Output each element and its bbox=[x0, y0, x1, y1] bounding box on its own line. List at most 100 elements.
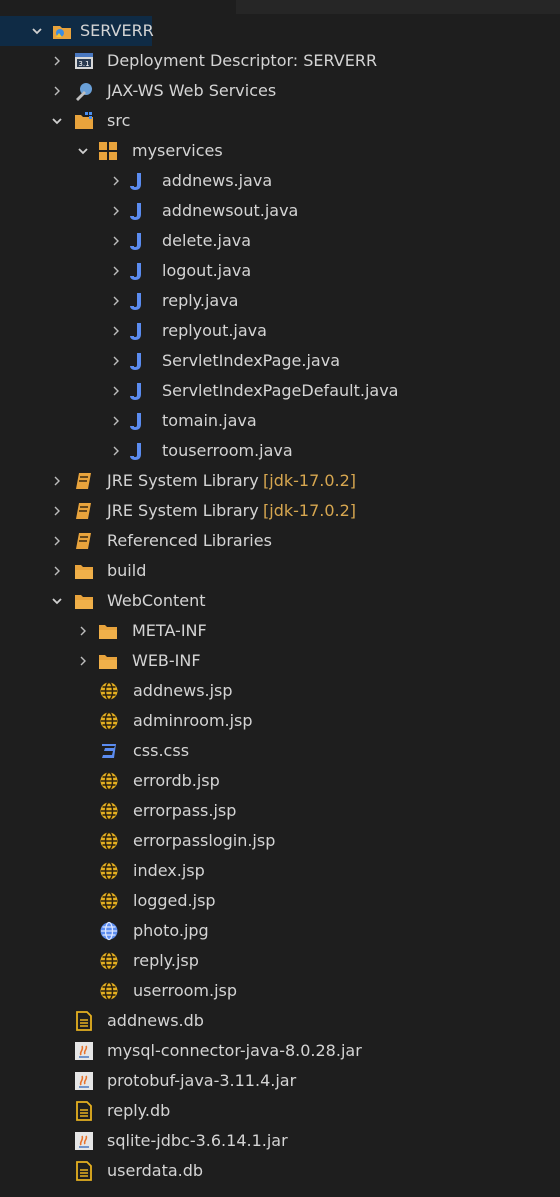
tree-item-file[interactable]: reply.jsp bbox=[0, 946, 560, 976]
chevron-right-icon[interactable] bbox=[50, 51, 64, 71]
tree-item-label: JRE System Library bbox=[107, 501, 259, 520]
tree-item-label: replyout.java bbox=[162, 321, 267, 340]
tree-item-label: adminroom.jsp bbox=[133, 711, 253, 730]
tree-item-node[interactable]: 3.1 Deployment Descriptor: SERVERR bbox=[0, 46, 560, 76]
tree-item-node[interactable]: replyout.java bbox=[0, 316, 560, 346]
tree-item-node[interactable]: WebContent bbox=[0, 586, 560, 616]
java-file-icon bbox=[125, 381, 145, 401]
tree-item-file[interactable]: errorpass.jsp bbox=[0, 796, 560, 826]
tree-item-file[interactable]: photo.jpg bbox=[0, 916, 560, 946]
expand-down-icon[interactable] bbox=[76, 141, 90, 161]
chevron-right-icon[interactable] bbox=[76, 651, 90, 671]
tree-item-node[interactable]: myservices bbox=[0, 136, 560, 166]
jdk-version-decoration: [jdk-17.0.2] bbox=[263, 501, 357, 520]
tree-item-file[interactable]: userdata.db bbox=[0, 1156, 560, 1186]
tree-item-file[interactable]: addnews.db bbox=[0, 1006, 560, 1036]
package-icon bbox=[98, 141, 118, 161]
tree-item-node[interactable]: touserroom.java bbox=[0, 436, 560, 466]
tree-item-node[interactable]: ServletIndexPageDefault.java bbox=[0, 376, 560, 406]
chevron-right-icon[interactable] bbox=[50, 531, 64, 551]
tree-item-node[interactable]: tomain.java bbox=[0, 406, 560, 436]
chevron-right-icon[interactable] bbox=[109, 261, 123, 281]
tree-item-node[interactable]: delete.java bbox=[0, 226, 560, 256]
tree-item-file[interactable]: css.css bbox=[0, 736, 560, 766]
tree-item-label: css.css bbox=[133, 741, 190, 760]
tree-item-label: errorpass.jsp bbox=[133, 801, 237, 820]
tree-item-label: addnewsout.java bbox=[162, 201, 299, 220]
tree-item-label: reply.db bbox=[107, 1101, 171, 1120]
folder-icon bbox=[98, 621, 118, 641]
tree-item-node[interactable]: addnewsout.java bbox=[0, 196, 560, 226]
tree-item-node[interactable]: logout.java bbox=[0, 256, 560, 286]
tree-item-file[interactable]: adminroom.jsp bbox=[0, 706, 560, 736]
jar-file-icon bbox=[74, 1131, 94, 1151]
tree-item-file[interactable]: sqlite-jdbc-3.6.14.1.jar bbox=[0, 1126, 560, 1156]
tree-item-label: WebContent bbox=[107, 591, 206, 610]
tree-item-node[interactable]: META-INF bbox=[0, 616, 560, 646]
chevron-right-icon[interactable] bbox=[109, 441, 123, 461]
java-file-icon bbox=[125, 261, 145, 281]
tree-item-node[interactable]: JAX-WS Web Services bbox=[0, 76, 560, 106]
java-file-icon bbox=[125, 171, 145, 191]
tree-item-label: reply.java bbox=[162, 291, 239, 310]
tree-item-node[interactable]: SERVERR bbox=[0, 16, 154, 46]
chevron-right-icon[interactable] bbox=[109, 381, 123, 401]
expand-down-icon[interactable] bbox=[50, 591, 64, 611]
folder-icon bbox=[74, 561, 94, 581]
tree-item-label: photo.jpg bbox=[133, 921, 209, 940]
tree-item-file[interactable]: addnews.jsp bbox=[0, 676, 560, 706]
jdk-version-decoration: [jdk-17.0.2] bbox=[263, 471, 357, 490]
chevron-right-icon[interactable] bbox=[50, 81, 64, 101]
tree-item-file[interactable]: userroom.jsp bbox=[0, 976, 560, 1006]
svg-text:3.1: 3.1 bbox=[78, 60, 89, 68]
tree-item-label: WEB-INF bbox=[132, 651, 201, 670]
tree-item-label: ServletIndexPage.java bbox=[162, 351, 340, 370]
tree-item-node[interactable]: ServletIndexPage.java bbox=[0, 346, 560, 376]
expand-down-icon[interactable] bbox=[50, 111, 64, 131]
tree-item-node[interactable]: src bbox=[0, 106, 560, 136]
folder-icon bbox=[74, 591, 94, 611]
tree-item-file[interactable]: logged.jsp bbox=[0, 886, 560, 916]
tree-item-node[interactable]: reply.java bbox=[0, 286, 560, 316]
tree-item-node[interactable]: addnews.java bbox=[0, 166, 560, 196]
tree-item-node[interactable]: Referenced Libraries bbox=[0, 526, 560, 556]
chevron-right-icon[interactable] bbox=[109, 351, 123, 371]
tree-item-file[interactable]: protobuf-java-3.11.4.jar bbox=[0, 1066, 560, 1096]
java-file-icon bbox=[125, 231, 145, 251]
tree-item-file[interactable]: index.jsp bbox=[0, 856, 560, 886]
tree-item-node[interactable]: WEB-INF bbox=[0, 646, 560, 676]
tree-item-label: tomain.java bbox=[162, 411, 257, 430]
tree-item-node[interactable]: build bbox=[0, 556, 560, 586]
chevron-right-icon[interactable] bbox=[50, 501, 64, 521]
chevron-right-icon[interactable] bbox=[109, 171, 123, 191]
chevron-right-icon[interactable] bbox=[109, 201, 123, 221]
tree-item-label: errordb.jsp bbox=[133, 771, 220, 790]
tree-item-label: errorpasslogin.jsp bbox=[133, 831, 276, 850]
tree-item-label: touserroom.java bbox=[162, 441, 293, 460]
text-file-icon bbox=[74, 1161, 94, 1181]
chevron-right-icon[interactable] bbox=[109, 321, 123, 341]
tree-item-node[interactable]: JRE System Library [jdk-17.0.2] bbox=[0, 496, 560, 526]
tree-item-label: addnews.java bbox=[162, 171, 273, 190]
text-file-icon bbox=[74, 1011, 94, 1031]
tree-item-file[interactable]: errorpasslogin.jsp bbox=[0, 826, 560, 856]
tree-item-file[interactable]: mysql-connector-java-8.0.28.jar bbox=[0, 1036, 560, 1066]
tree-item-label: JAX-WS Web Services bbox=[107, 81, 277, 100]
tree-item-file[interactable]: errordb.jsp bbox=[0, 766, 560, 796]
chevron-right-icon[interactable] bbox=[76, 621, 90, 641]
tree-item-file[interactable]: reply.db bbox=[0, 1096, 560, 1126]
folder-icon bbox=[98, 651, 118, 671]
jsp-file-icon bbox=[99, 771, 119, 791]
chevron-right-icon[interactable] bbox=[109, 411, 123, 431]
css-file-icon bbox=[99, 741, 119, 761]
library-icon bbox=[74, 471, 94, 491]
jsp-file-icon bbox=[99, 951, 119, 971]
chevron-right-icon[interactable] bbox=[109, 291, 123, 311]
chevron-right-icon[interactable] bbox=[50, 471, 64, 491]
chevron-right-icon[interactable] bbox=[109, 231, 123, 251]
library-icon bbox=[74, 501, 94, 521]
expand-down-icon[interactable] bbox=[30, 21, 44, 41]
jar-file-icon bbox=[74, 1071, 94, 1091]
chevron-right-icon[interactable] bbox=[50, 561, 64, 581]
tree-item-node[interactable]: JRE System Library [jdk-17.0.2] bbox=[0, 466, 560, 496]
